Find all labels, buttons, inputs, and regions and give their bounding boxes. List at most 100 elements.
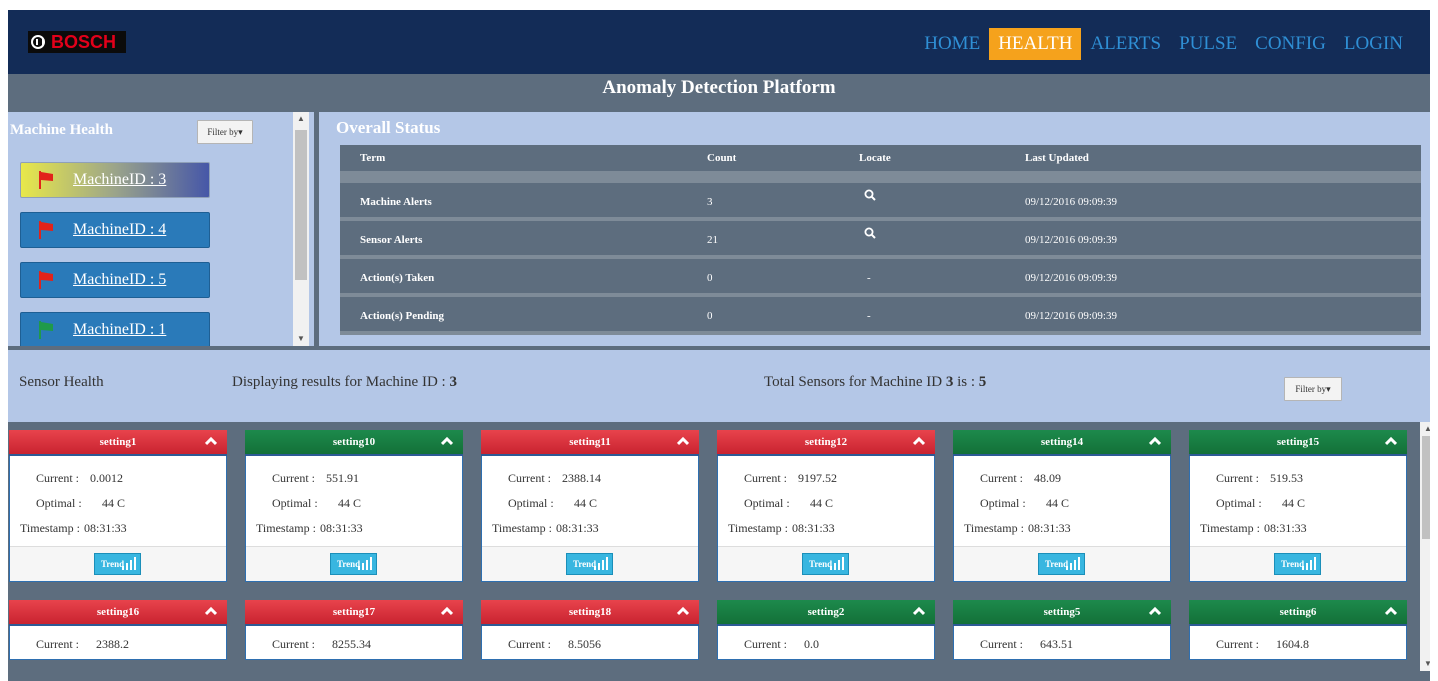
chevron-up-icon[interactable] xyxy=(205,436,217,446)
trend-label: Trend xyxy=(1045,559,1069,569)
sensor-cards-scrollbar[interactable]: ▲ ▼ xyxy=(1420,422,1430,671)
trend-button[interactable]: Trend xyxy=(1038,553,1085,575)
row-last-updated: 09/12/2016 09:09:39 xyxy=(1025,272,1117,284)
machine-item-label: MachineID : 1 xyxy=(73,321,167,338)
row-term: Sensor Alerts xyxy=(360,234,423,246)
sensor-health-bar: Sensor Health Displaying results for Mac… xyxy=(8,350,1430,422)
sensor-card-header[interactable]: setting14 xyxy=(953,430,1171,456)
machine-item-5[interactable]: MachineID : 5 xyxy=(20,262,210,298)
nav-pulse[interactable]: PULSE xyxy=(1170,28,1246,60)
trend-button[interactable]: Trend xyxy=(330,553,377,575)
chevron-up-icon[interactable] xyxy=(1149,606,1161,616)
signal-bars-icon xyxy=(594,557,608,570)
sensor-card: setting1 Current : 0.0012 Optimal : 44 C Time… xyxy=(9,430,227,582)
trend-label: Trend xyxy=(337,559,361,569)
bosch-armature-icon xyxy=(31,35,45,49)
machine-item-label: MachineID : 4 xyxy=(73,221,167,238)
column-header-last-updated: Last Updated xyxy=(1025,152,1089,164)
chevron-up-icon[interactable] xyxy=(677,436,689,446)
column-header-locate: Locate xyxy=(859,152,891,164)
sensor-name: setting11 xyxy=(569,436,611,448)
scroll-down-arrow-icon[interactable]: ▼ xyxy=(293,332,309,346)
sensor-card-footer: Trend xyxy=(1190,546,1406,581)
sensor-card-header[interactable]: setting17 xyxy=(245,600,463,626)
chevron-up-icon[interactable] xyxy=(1385,436,1397,446)
nav-alerts[interactable]: ALERTS xyxy=(1081,28,1170,60)
signal-bars-icon xyxy=(830,557,844,570)
scroll-up-arrow-icon[interactable]: ▲ xyxy=(1420,422,1430,436)
machine-item-3[interactable]: MachineID : 3 xyxy=(20,162,210,198)
nav-config[interactable]: CONFIG xyxy=(1246,28,1335,60)
sensor-card-header[interactable]: setting18 xyxy=(481,600,699,626)
chevron-up-icon[interactable] xyxy=(1385,606,1397,616)
sensor-filter-button[interactable]: Filter by▾ xyxy=(1284,377,1342,401)
chevron-up-icon[interactable] xyxy=(205,606,217,616)
scroll-down-arrow-icon[interactable]: ▼ xyxy=(1420,657,1430,671)
sensor-card-footer: Trend xyxy=(246,546,462,581)
sensor-card-footer: Trend xyxy=(718,546,934,581)
machine-list-scrollbar[interactable]: ▲ ▼ xyxy=(293,112,309,346)
chevron-up-icon[interactable] xyxy=(913,606,925,616)
timestamp-value: 08:31:33 xyxy=(84,521,127,535)
trend-button[interactable]: Trend xyxy=(566,553,613,575)
sensor-card: setting15 Current : 519.53 Optimal : 44 C Tim… xyxy=(1189,430,1407,582)
scrollbar-thumb[interactable] xyxy=(1422,436,1430,539)
sensor-card-header[interactable]: setting10 xyxy=(245,430,463,456)
current-value: 551.91 xyxy=(326,471,359,485)
sensor-card: setting2 Current : 0.0 xyxy=(717,600,935,660)
timestamp-value: 08:31:33 xyxy=(320,521,363,535)
green-flag-icon xyxy=(39,321,53,339)
timestamp-value: 08:31:33 xyxy=(792,521,835,535)
sensor-name: setting10 xyxy=(332,436,376,448)
machine-health-panel: Machine Health Filter by▾ MachineID : 3 … xyxy=(8,112,314,346)
sensor-card-footer: Trend xyxy=(10,546,226,581)
chevron-up-icon[interactable] xyxy=(913,436,925,446)
sensor-cards-area: ▲ ▼ setting1 Current : 0.0012 Optimal : 44 C… xyxy=(8,422,1430,681)
current-value: 0.0012 xyxy=(90,471,123,485)
nav-login[interactable]: LOGIN xyxy=(1335,28,1412,60)
sensor-name: setting12 xyxy=(804,436,848,448)
overall-status-table: Term Count Locate Last Updated Machine A… xyxy=(340,145,1421,335)
current-value: 643.51 xyxy=(1040,637,1073,651)
row-count: 21 xyxy=(707,234,718,246)
sensor-card-header[interactable]: setting6 xyxy=(1189,600,1407,626)
signal-bars-icon xyxy=(1066,557,1080,570)
sensor-card-header[interactable]: setting1 xyxy=(9,430,227,456)
trend-button[interactable]: Trend xyxy=(94,553,141,575)
sensor-card-header[interactable]: setting16 xyxy=(9,600,227,626)
sensor-card: setting5 Current : 643.51 xyxy=(953,600,1171,660)
locate-search-icon[interactable] xyxy=(864,221,876,247)
machine-item-1[interactable]: MachineID : 1 xyxy=(20,312,210,346)
sensor-card-header[interactable]: setting5 xyxy=(953,600,1171,626)
sensor-card-header[interactable]: setting2 xyxy=(717,600,935,626)
optimal-value: 44 C xyxy=(810,496,834,510)
sensor-card-header[interactable]: setting12 xyxy=(717,430,935,456)
sensor-card: setting18 Current : 8.5056 xyxy=(481,600,699,660)
page-title: Anomaly Detection Platform xyxy=(8,74,1430,102)
optimal-label: Optimal : xyxy=(508,496,554,510)
overall-status-title: Overall Status xyxy=(336,118,441,137)
scrollbar-thumb[interactable] xyxy=(295,130,307,280)
current-value: 8255.34 xyxy=(332,637,371,651)
bosch-logo[interactable]: BOSCH xyxy=(28,31,126,53)
optimal-value: 44 C xyxy=(102,496,126,510)
nav-home[interactable]: HOME xyxy=(915,28,989,60)
machine-item-label: MachineID : 5 xyxy=(73,271,167,288)
locate-search-icon[interactable] xyxy=(864,183,876,209)
nav-health[interactable]: HEALTH xyxy=(989,28,1082,60)
chevron-up-icon[interactable] xyxy=(441,436,453,446)
trend-button[interactable]: Trend xyxy=(1274,553,1321,575)
chevron-up-icon[interactable] xyxy=(1149,436,1161,446)
machine-health-title: Machine Health xyxy=(10,122,113,138)
machine-filter-button[interactable]: Filter by▾ xyxy=(197,120,253,144)
machine-item-4[interactable]: MachineID : 4 xyxy=(20,212,210,248)
sensor-card-header[interactable]: setting15 xyxy=(1189,430,1407,456)
chevron-up-icon[interactable] xyxy=(441,606,453,616)
sensor-card: setting6 Current : 1604.8 xyxy=(1189,600,1407,660)
scroll-up-arrow-icon[interactable]: ▲ xyxy=(293,112,309,126)
trend-button[interactable]: Trend xyxy=(802,553,849,575)
sensor-name: setting1 xyxy=(99,436,137,448)
sensor-card-header[interactable]: setting11 xyxy=(481,430,699,456)
chevron-up-icon[interactable] xyxy=(677,606,689,616)
sensor-name: setting5 xyxy=(1043,606,1081,618)
